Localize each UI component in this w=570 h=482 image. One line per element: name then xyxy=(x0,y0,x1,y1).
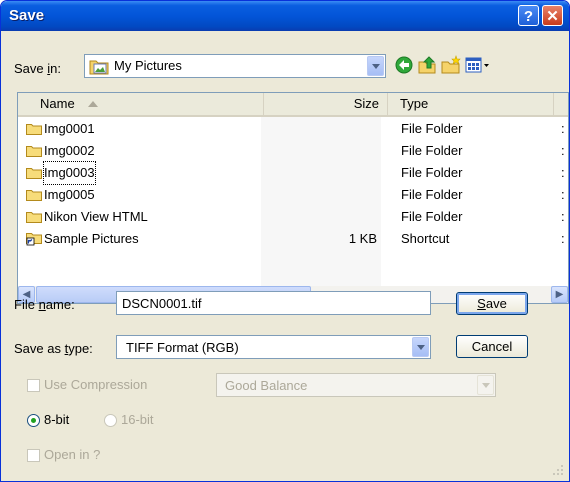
use-compression-label: Use Compression xyxy=(44,377,148,392)
size-column-header[interactable]: Size xyxy=(264,93,388,115)
list-item[interactable]: Img0003 File Folder : xyxy=(18,161,568,185)
save-in-dropdown[interactable]: My Pictures xyxy=(84,54,386,78)
open-in-checkbox[interactable] xyxy=(27,449,40,462)
my-pictures-icon xyxy=(89,60,109,75)
up-folder-icon[interactable] xyxy=(417,55,437,75)
file-name: Img0005 xyxy=(44,187,95,202)
column-overflow-marker: : xyxy=(561,187,565,202)
compression-dropdown[interactable]: Good Balance xyxy=(216,373,496,397)
list-item[interactable]: Img0001 File Folder : xyxy=(18,118,568,140)
bit16-label: 16-bit xyxy=(121,412,154,427)
bit16-radio[interactable] xyxy=(104,414,117,427)
close-button[interactable]: ✕ xyxy=(542,5,563,26)
file-name: Img0002 xyxy=(44,143,95,158)
file-type: File Folder xyxy=(401,209,463,224)
file-type: File Folder xyxy=(401,187,463,202)
compression-value: Good Balance xyxy=(225,378,308,393)
save-as-type-label: Save as type: xyxy=(14,341,93,356)
file-name: Nikon View HTML xyxy=(44,209,148,224)
scroll-right-button[interactable]: ▶ xyxy=(551,286,568,303)
shortcut-folder-icon xyxy=(26,233,42,246)
cancel-button[interactable]: Cancel xyxy=(456,335,528,358)
file-name-input[interactable]: DSCN0001.tif xyxy=(116,291,431,315)
file-name: Sample Pictures xyxy=(44,231,139,246)
list-item[interactable]: Sample Pictures 1 KB Shortcut : xyxy=(18,228,568,250)
save-button[interactable]: Save xyxy=(456,292,528,315)
name-column-header[interactable]: Name xyxy=(18,93,264,115)
list-header: Name Size Type xyxy=(18,93,568,117)
resize-grip-icon[interactable] xyxy=(552,464,564,476)
file-name: Img0001 xyxy=(44,121,95,136)
column-overflow-marker: : xyxy=(561,121,565,136)
save-dialog: Save ? ✕ Save in: My Pictures Name Size … xyxy=(0,0,570,482)
list-item[interactable]: Img0002 File Folder : xyxy=(18,140,568,162)
chevron-down-icon[interactable] xyxy=(367,56,384,76)
column-overflow-marker: : xyxy=(561,165,565,180)
folder-icon xyxy=(26,124,42,135)
view-menu-icon[interactable] xyxy=(465,55,491,75)
use-compression-checkbox[interactable] xyxy=(27,379,40,392)
chevron-down-icon[interactable] xyxy=(412,337,429,357)
folder-icon xyxy=(26,168,42,179)
back-icon[interactable] xyxy=(394,55,414,75)
column-overflow-marker: : xyxy=(561,209,565,224)
file-name-label: File name: xyxy=(14,297,75,312)
save-as-type-dropdown[interactable]: TIFF Format (RGB) xyxy=(116,335,431,359)
type-header-label: Type xyxy=(400,96,429,111)
column-overflow-marker: : xyxy=(561,143,565,158)
file-name: Img0003 xyxy=(43,161,96,185)
bit8-radio[interactable] xyxy=(27,414,40,427)
file-type: File Folder xyxy=(401,143,463,158)
title-bar[interactable]: Save ? ✕ xyxy=(1,1,569,31)
folder-icon xyxy=(26,212,42,223)
sort-ascending-icon xyxy=(88,101,98,107)
file-size: 1 KB xyxy=(348,231,377,246)
file-type: File Folder xyxy=(401,165,463,180)
list-item[interactable]: Img0005 File Folder : xyxy=(18,184,568,206)
bit8-label: 8-bit xyxy=(44,412,70,427)
column-overflow-marker: : xyxy=(561,231,565,246)
name-header-label: Name xyxy=(40,96,75,111)
save-in-label: Save in: xyxy=(14,61,61,76)
type-column-header[interactable]: Type xyxy=(388,93,554,115)
chevron-down-icon[interactable] xyxy=(477,375,494,395)
file-type: Shortcut xyxy=(401,231,450,246)
window-title: Save xyxy=(9,7,45,24)
open-in-label: Open in ? xyxy=(44,447,101,462)
folder-icon xyxy=(26,146,42,157)
dialog-body: Save in: My Pictures Name Size Type Img0… xyxy=(4,31,569,478)
save-in-value: My Pictures xyxy=(114,58,182,73)
list-item[interactable]: Nikon View HTML File Folder : xyxy=(18,206,568,228)
file-list[interactable]: Name Size Type Img0001 File Folder : Img… xyxy=(17,92,569,304)
help-button[interactable]: ? xyxy=(518,5,539,26)
file-name-value: DSCN0001.tif xyxy=(122,296,202,311)
file-type: File Folder xyxy=(401,121,463,136)
new-folder-icon[interactable] xyxy=(441,55,461,75)
folder-icon xyxy=(26,190,42,201)
size-header-label: Size xyxy=(353,96,379,111)
save-as-type-value: TIFF Format (RGB) xyxy=(126,340,239,355)
